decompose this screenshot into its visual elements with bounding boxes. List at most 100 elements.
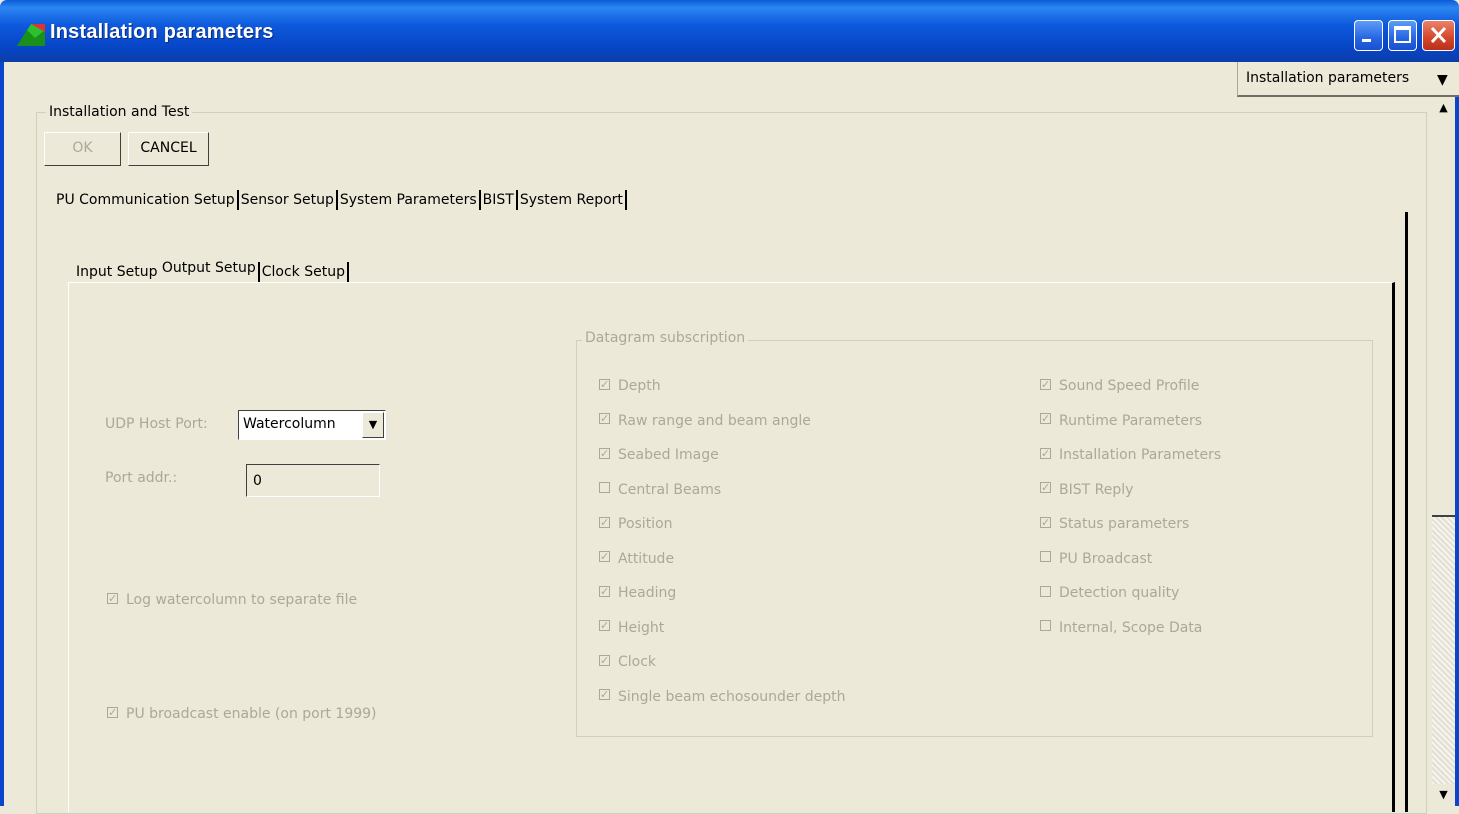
tab-separator (236, 190, 239, 210)
chevron-down-icon[interactable]: ▼ (362, 412, 384, 438)
datagram-checkbox-label: Attitude (618, 550, 675, 567)
port-addr-label: Port addr.: (105, 470, 178, 486)
datagram-checkbox-left[interactable]: ✓ Position (599, 516, 673, 532)
datagram-checkbox-label: Raw range and beam angle (618, 412, 811, 429)
tab-sensor-setup[interactable]: Sensor Setup (241, 192, 334, 208)
cancel-button[interactable]: CANCEL (128, 132, 209, 166)
tab-pu-communication-setup[interactable]: PU Communication Setup (56, 192, 235, 208)
tab-separator (335, 190, 338, 210)
inner-tab-bar: Input Setup Output Setup Clock Setup (76, 260, 351, 282)
checkbox-icon: ✓ (599, 584, 610, 598)
datagram-checkbox-label: Position (618, 516, 673, 532)
udp-host-port-label: UDP Host Port: (105, 416, 208, 432)
datagram-checkbox-right[interactable]: ✓ Installation Parameters (1040, 447, 1221, 463)
datagram-checkbox-left[interactable]: ✓ Heading (599, 585, 676, 601)
log-watercolumn-checkbox[interactable]: ✓ Log watercolumn to separate file (107, 592, 357, 608)
datagram-checkbox-label: Depth (618, 378, 661, 394)
checkbox-icon: ✓ (1040, 481, 1051, 494)
arrow-down-icon: ▼ (1439, 788, 1448, 801)
scroll-down-button[interactable]: ▼ (1432, 784, 1455, 806)
checkbox-icon: ✓ (599, 412, 610, 425)
window-frame-right (1455, 62, 1459, 806)
checkbox-icon (599, 482, 610, 493)
datagram-checkbox-right[interactable]: ✓ Sound Speed Profile (1040, 378, 1199, 394)
tab-separator (515, 190, 518, 210)
datagram-checkbox-right[interactable]: Detection quality (1040, 585, 1179, 601)
tab-system-report[interactable]: System Report (520, 192, 623, 208)
minimize-button[interactable] (1354, 20, 1383, 51)
checkbox-icon: ✓ (1040, 446, 1051, 460)
triangle-down-icon: ▼ (1437, 72, 1448, 88)
tab-bist[interactable]: BIST (483, 192, 514, 208)
datagram-checkbox-right[interactable]: ✓ Status parameters (1040, 516, 1189, 532)
udp-host-port-select[interactable]: Watercolumn ▼ (238, 410, 386, 440)
checkbox-icon: ✓ (599, 653, 610, 667)
datagram-checkbox-label: Clock (618, 654, 657, 670)
tab-output-setup[interactable]: Output Setup (162, 260, 256, 276)
checkbox-icon: ✓ (599, 377, 610, 391)
datagram-checkbox-left[interactable]: ✓ Seabed Image (599, 447, 719, 463)
checkbox-icon (1040, 620, 1051, 631)
scroll-up-button[interactable]: ▲ (1432, 97, 1455, 119)
checkbox-icon: ✓ (599, 619, 610, 632)
datagram-checkbox-right[interactable]: Internal, Scope Data (1040, 620, 1202, 636)
datagram-checkbox-label: BIST Reply (1059, 481, 1134, 498)
datagram-checkbox-right[interactable]: PU Broadcast (1040, 551, 1152, 567)
installation-test-label: Installation and Test (46, 104, 193, 120)
tab-separator (624, 190, 627, 210)
tab-separator (346, 262, 349, 282)
datagram-checkbox-label: Seabed Image (618, 447, 719, 463)
checkbox-icon: ✓ (1040, 377, 1051, 391)
datagram-checkbox-left[interactable]: Central Beams (599, 482, 721, 498)
tab-system-parameters[interactable]: System Parameters (340, 192, 477, 208)
udp-host-port-value: Watercolumn (243, 416, 336, 432)
datagram-checkbox-label: Installation Parameters (1059, 447, 1222, 463)
datagram-checkbox-left[interactable]: ✓ Single beam echosounder depth (599, 689, 845, 705)
pu-broadcast-enable-checkbox[interactable]: ✓ PU broadcast enable (on port 1999) (107, 706, 377, 722)
datagram-checkbox-left[interactable]: ✓ Attitude (599, 551, 674, 567)
title-bar[interactable]: Installation parameters (0, 0, 1459, 62)
ok-button[interactable]: OK (44, 132, 121, 166)
checkbox-icon: ✓ (599, 688, 610, 701)
checkbox-icon: ✓ (1040, 515, 1051, 529)
view-dropdown-value: Installation parameters (1246, 70, 1410, 86)
close-button[interactable] (1422, 20, 1455, 51)
datagram-checkbox-left[interactable]: ✓ Clock (599, 654, 656, 670)
tab-clock-setup[interactable]: Clock Setup (262, 264, 345, 280)
datagram-subscription-group (576, 340, 1373, 737)
datagram-checkbox-left[interactable]: ✓ Height (599, 620, 664, 636)
arrow-up-icon: ▲ (1439, 101, 1448, 114)
outer-tab-bar: PU Communication Setup Sensor Setup System… (56, 190, 629, 210)
datagram-checkbox-left[interactable]: ✓ Raw range and beam angle (599, 413, 811, 429)
datagram-subscription-label: Datagram subscription (582, 330, 749, 346)
checkbox-icon: ✓ (1040, 412, 1051, 425)
datagram-checkbox-right[interactable]: ✓ Runtime Parameters (1040, 413, 1202, 429)
maximize-button[interactable] (1388, 20, 1417, 51)
checkbox-icon (1040, 585, 1051, 597)
datagram-checkbox-label: PU Broadcast (1059, 550, 1153, 567)
window-title: Installation parameters (50, 21, 274, 43)
log-watercolumn-label: Log watercolumn to separate file (126, 592, 358, 608)
datagram-checkbox-label: Sound Speed Profile (1059, 378, 1200, 394)
close-icon (1430, 26, 1447, 44)
checkbox-icon: ✓ (599, 515, 610, 529)
datagram-checkbox-label: Status parameters (1059, 516, 1190, 532)
tab-input-setup[interactable]: Input Setup (76, 264, 157, 280)
tab-separator (478, 190, 481, 210)
datagram-checkbox-label: Height (618, 619, 665, 636)
datagram-checkbox-right[interactable]: ✓ BIST Reply (1040, 482, 1133, 498)
scrollbar-thumb[interactable] (1432, 119, 1455, 517)
checkbox-icon: ✓ (599, 446, 610, 460)
tab-separator (257, 262, 260, 282)
datagram-checkbox-left[interactable]: ✓ Depth (599, 378, 661, 394)
datagram-checkbox-label: Heading (618, 585, 677, 601)
datagram-checkbox-label: Internal, Scope Data (1059, 619, 1203, 636)
view-dropdown[interactable]: Installation parameters ▼ (1237, 62, 1459, 97)
window-frame-left (0, 62, 4, 806)
checkbox-icon: ✓ (107, 705, 118, 719)
port-addr-value: 0 (253, 473, 262, 489)
port-addr-field[interactable]: 0 (246, 464, 380, 497)
datagram-checkbox-label: Single beam echosounder depth (618, 688, 846, 705)
datagram-checkbox-label: Runtime Parameters (1059, 412, 1203, 429)
datagram-checkbox-label: Detection quality (1059, 585, 1180, 601)
